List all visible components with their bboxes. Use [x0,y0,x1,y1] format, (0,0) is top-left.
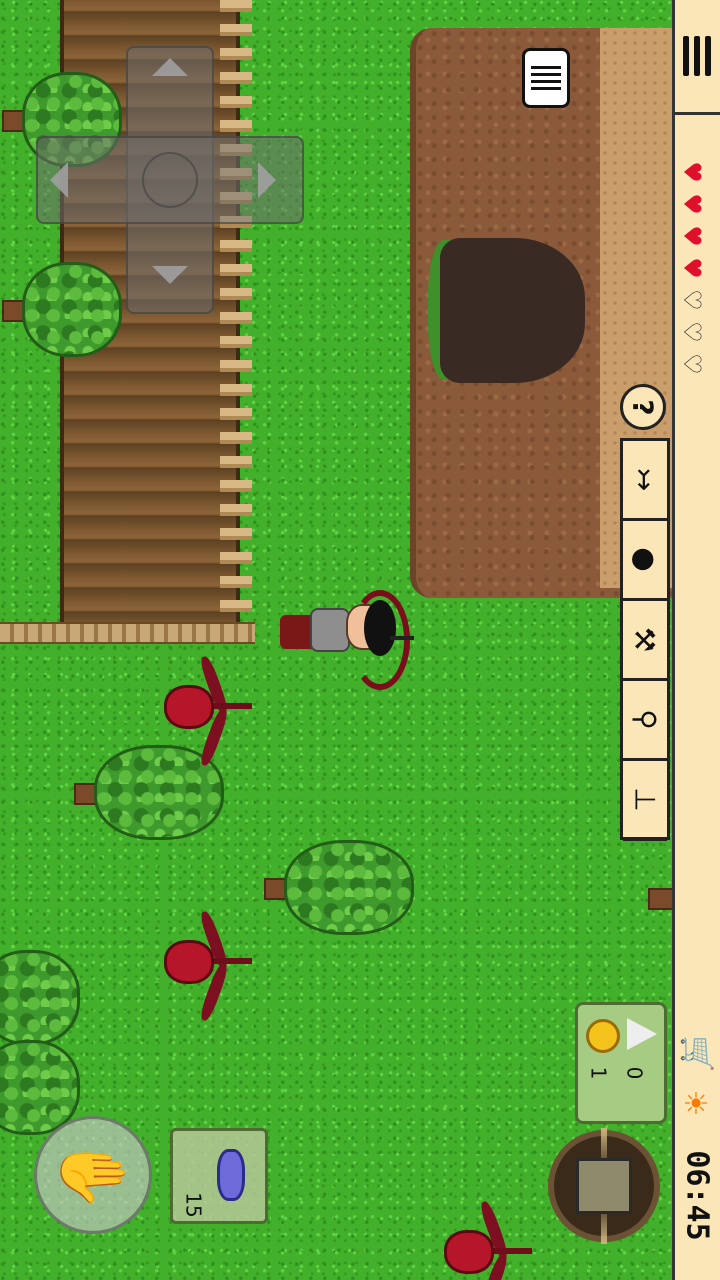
full-heart-icon: ♥ [678,161,706,183]
tool-bar: ↣ ● ⚒ ⚲ ⊥ [620,438,670,841]
bomb-icon: ● [628,547,662,572]
dpad-left-arrow[interactable] [50,162,68,198]
gold-coin-icon [586,1019,620,1053]
coin-count: 1 [586,1066,611,1080]
tool-bomb[interactable]: ● [623,521,667,601]
hand-action-button[interactable]: ✋ [34,1116,152,1234]
red-dragon-enemy[interactable] [440,1199,540,1280]
cave-entrance[interactable] [440,238,585,383]
menu-button[interactable] [674,0,720,115]
tree [640,850,672,945]
empty-heart-icon: ♡ [678,321,706,343]
shopping-cart-icon[interactable]: 🛒 [676,1034,716,1074]
full-heart-icon: ♥ [678,193,706,215]
anvil-icon: ⊥ [628,787,662,812]
shovel-icon: ⚲ [628,709,662,730]
dpad-center [142,152,198,208]
red-dragon-enemy[interactable] [160,654,260,768]
sun-icon: ☀ [682,1087,710,1122]
red-dragon-enemy[interactable] [160,909,260,1023]
dpad-down-arrow[interactable] [152,266,188,284]
tool-hammer[interactable]: ⚒ [623,601,667,681]
palisade-wall-bottom [0,622,255,644]
dpad-right-arrow[interactable] [258,162,276,198]
compass-minimap[interactable] [548,1128,660,1244]
empty-heart-icon: ♡ [678,353,706,375]
quick-item-slot[interactable]: 15 [170,1128,268,1224]
hammer-icon: ⚒ [628,626,662,653]
help-button[interactable]: ? [620,384,666,430]
tree [264,840,414,935]
health-hearts: ♥ ♥ ♥ ♥ ♡ ♡ ♡ [678,160,710,384]
empty-heart-icon: ♡ [678,289,706,311]
clock-time: 06:45 [679,1149,715,1241]
game-clock: 06:45 [662,1150,720,1240]
hand-icon: ✋ [56,1136,130,1214]
tree [0,950,80,1045]
silver-gem-icon [627,1018,657,1050]
notes-icon[interactable] [522,48,570,108]
tool-anvil[interactable]: ⊥ [623,761,667,841]
help-label: ? [626,398,660,416]
dpad-up-arrow[interactable] [152,58,188,76]
currency-panel: 1 0 [575,1002,667,1124]
tool-crossbow[interactable]: ↣ [623,441,667,521]
direction-pad[interactable] [36,46,304,314]
minimap [576,1158,632,1214]
full-heart-icon: ♥ [678,257,706,279]
full-heart-icon: ♥ [678,225,706,247]
crossbow-icon: ↣ [628,467,662,492]
player-character [280,590,430,690]
potion-icon [217,1149,245,1201]
game-world: ? ↣ ● ⚒ ⚲ ⊥ 1 0 ✋ 15 [0,0,672,1280]
gem-count: 0 [622,1066,647,1080]
item-count: 15 [181,1192,206,1218]
tool-shovel[interactable]: ⚲ [623,681,667,761]
